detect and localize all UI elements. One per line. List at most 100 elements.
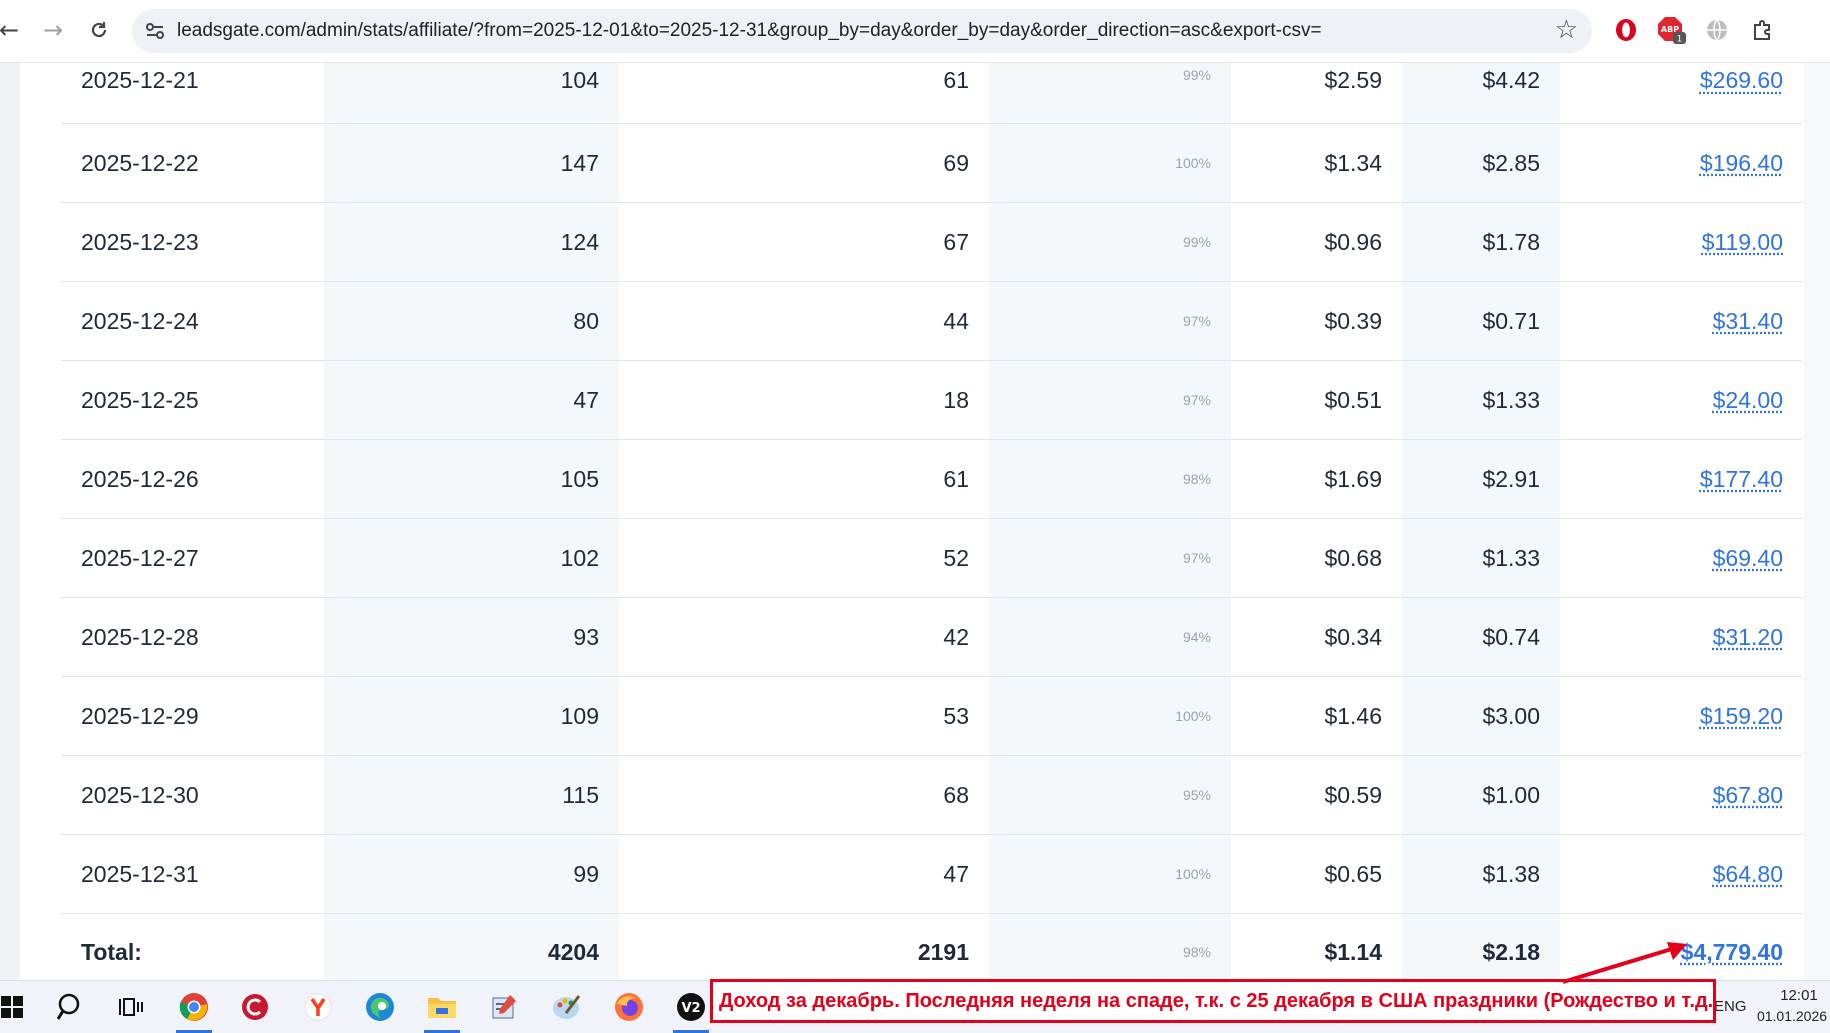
amount-cell: $1.69 [1231,440,1402,519]
amount-cell: $0.34 [1231,598,1402,677]
revenue-cell: $69.40 [1560,519,1803,598]
count-cell: 80 [324,282,619,361]
revenue-link[interactable]: $269.60 [1700,67,1783,93]
revenue-cell: $31.20 [1560,598,1803,677]
count-cell-2: 53 [619,677,989,756]
date-cell: 2025-12-21 [61,63,324,124]
v2-app-label: V2 [681,1001,700,1016]
edge-icon[interactable] [358,987,402,1027]
chrome-icon[interactable] [172,987,216,1027]
amount-cell-2: $2.85 [1402,124,1560,203]
count-cell: 109 [324,677,619,756]
annotation-text: Доход за декабрь. Последняя неделя на сп… [719,990,1716,1013]
table-row: 2025-12-24 80 44 97% $0.39 $0.71 $31.40 [61,282,1803,361]
percent-cell: 97% [989,519,1231,598]
url-text[interactable]: leadsgate.com/admin/stats/affiliate/?fro… [177,20,1322,42]
opera-icon[interactable] [1611,15,1641,45]
count-cell-2: 67 [619,203,989,282]
editor-app-icon[interactable] [482,987,526,1027]
amount-cell: $2.59 [1231,63,1402,124]
revenue-link[interactable]: $64.80 [1713,861,1783,887]
revenue-cell: $159.20 [1560,677,1803,756]
clock-date[interactable]: 01.01.2026 [1756,1008,1828,1024]
count-cell-2: 42 [619,598,989,677]
total-count: 4204 [324,914,619,991]
table-row: 2025-12-28 93 42 94% $0.34 $0.74 $31.20 [61,598,1803,677]
count-cell: 93 [324,598,619,677]
amount-cell: $0.59 [1231,756,1402,835]
count-cell: 105 [324,440,619,519]
amount-cell-2: $3.00 [1402,677,1560,756]
count-cell-2: 69 [619,124,989,203]
amount-cell: $0.68 [1231,519,1402,598]
browser-toolbar: ← → leadsgate.com/admin/stats/affiliate/… [0,0,1830,63]
keyboard-language[interactable]: ENG [1714,998,1747,1015]
count-cell-2: 47 [619,835,989,914]
back-arrow-icon[interactable]: ← [0,13,26,47]
total-revenue-link[interactable]: $4,779.40 [1681,939,1783,965]
total-label: Total: [61,914,324,991]
amount-cell: $0.51 [1231,361,1402,440]
count-cell-2: 44 [619,282,989,361]
sidebar-edge [0,63,20,980]
revenue-link[interactable]: $177.40 [1700,466,1783,492]
date-cell: 2025-12-24 [61,282,324,361]
revenue-link[interactable]: $31.20 [1713,624,1783,650]
revenue-link[interactable]: $67.80 [1713,782,1783,808]
revenue-link[interactable]: $24.00 [1713,387,1783,413]
count-cell-2: 68 [619,756,989,835]
percent-cell: 94% [989,598,1231,677]
percent-cell: 100% [989,124,1231,203]
clock-time[interactable]: 12:01 [1770,987,1828,1004]
count-cell: 47 [324,361,619,440]
revenue-link[interactable]: $69.40 [1713,545,1783,571]
table-row: 2025-12-30 115 68 95% $0.59 $1.00 $67.80 [61,756,1803,835]
amount-cell: $0.96 [1231,203,1402,282]
paint-icon[interactable] [545,987,589,1027]
percent-cell: 100% [989,677,1231,756]
revenue-link[interactable]: $31.40 [1713,308,1783,334]
affiliate-stats-table: 2025-12-21 104 61 99% $2.59 $4.42 $269.60 2025-… [61,63,1803,990]
reload-icon[interactable] [82,13,116,47]
revenue-link[interactable]: $159.20 [1700,703,1783,729]
extensions-puzzle-icon[interactable] [1748,15,1778,45]
count-cell-2: 18 [619,361,989,440]
annotation-arrow [1555,930,1695,990]
revenue-cell: $64.80 [1560,835,1803,914]
table-row: 2025-12-22 147 69 100% $1.34 $2.85 $196.40 [61,124,1803,203]
search-icon[interactable] [49,987,93,1027]
globe-icon[interactable] [1702,15,1732,45]
task-view-icon[interactable] [109,987,153,1027]
table-row: 2025-12-25 47 18 97% $0.51 $1.33 $24.00 [61,361,1803,440]
revenue-cell: $196.40 [1560,124,1803,203]
windows-start-icon[interactable] [0,987,34,1027]
amount-cell-2: $1.00 [1402,756,1560,835]
amount-cell-2: $1.38 [1402,835,1560,914]
amount-cell-2: $1.33 [1402,361,1560,440]
forward-arrow-icon[interactable]: → [36,13,70,47]
revenue-link[interactable]: $196.40 [1700,150,1783,176]
percent-cell: 99% [989,203,1231,282]
revenue-cell: $24.00 [1560,361,1803,440]
date-cell: 2025-12-25 [61,361,324,440]
date-cell: 2025-12-29 [61,677,324,756]
revenue-cell: $31.40 [1560,282,1803,361]
address-bar[interactable]: leadsgate.com/admin/stats/affiliate/?fro… [132,9,1592,53]
revenue-cell: $119.00 [1560,203,1803,282]
amount-cell-2: $1.33 [1402,519,1560,598]
amount-cell: $1.46 [1231,677,1402,756]
scrollbar-track[interactable] [1804,63,1830,980]
revenue-link[interactable]: $119.00 [1702,229,1783,255]
firefox-icon[interactable] [607,987,651,1027]
file-explorer-icon[interactable] [420,987,464,1027]
bookmark-star-icon[interactable]: ☆ [1555,15,1578,45]
adblock-icon[interactable]: ABP 1 [1657,15,1687,45]
site-info-icon[interactable] [142,18,168,44]
date-cell: 2025-12-27 [61,519,324,598]
ccleaner-icon[interactable] [233,987,277,1027]
v2-app-icon[interactable]: V2 [669,987,713,1027]
revenue-cell: $269.60 [1560,63,1803,124]
table-row: 2025-12-23 124 67 99% $0.96 $1.78 $119.00 [61,203,1803,282]
page-content: 2025-12-21 104 61 99% $2.59 $4.42 $269.60 2025-… [0,63,1830,980]
yandex-browser-icon[interactable] [296,987,340,1027]
